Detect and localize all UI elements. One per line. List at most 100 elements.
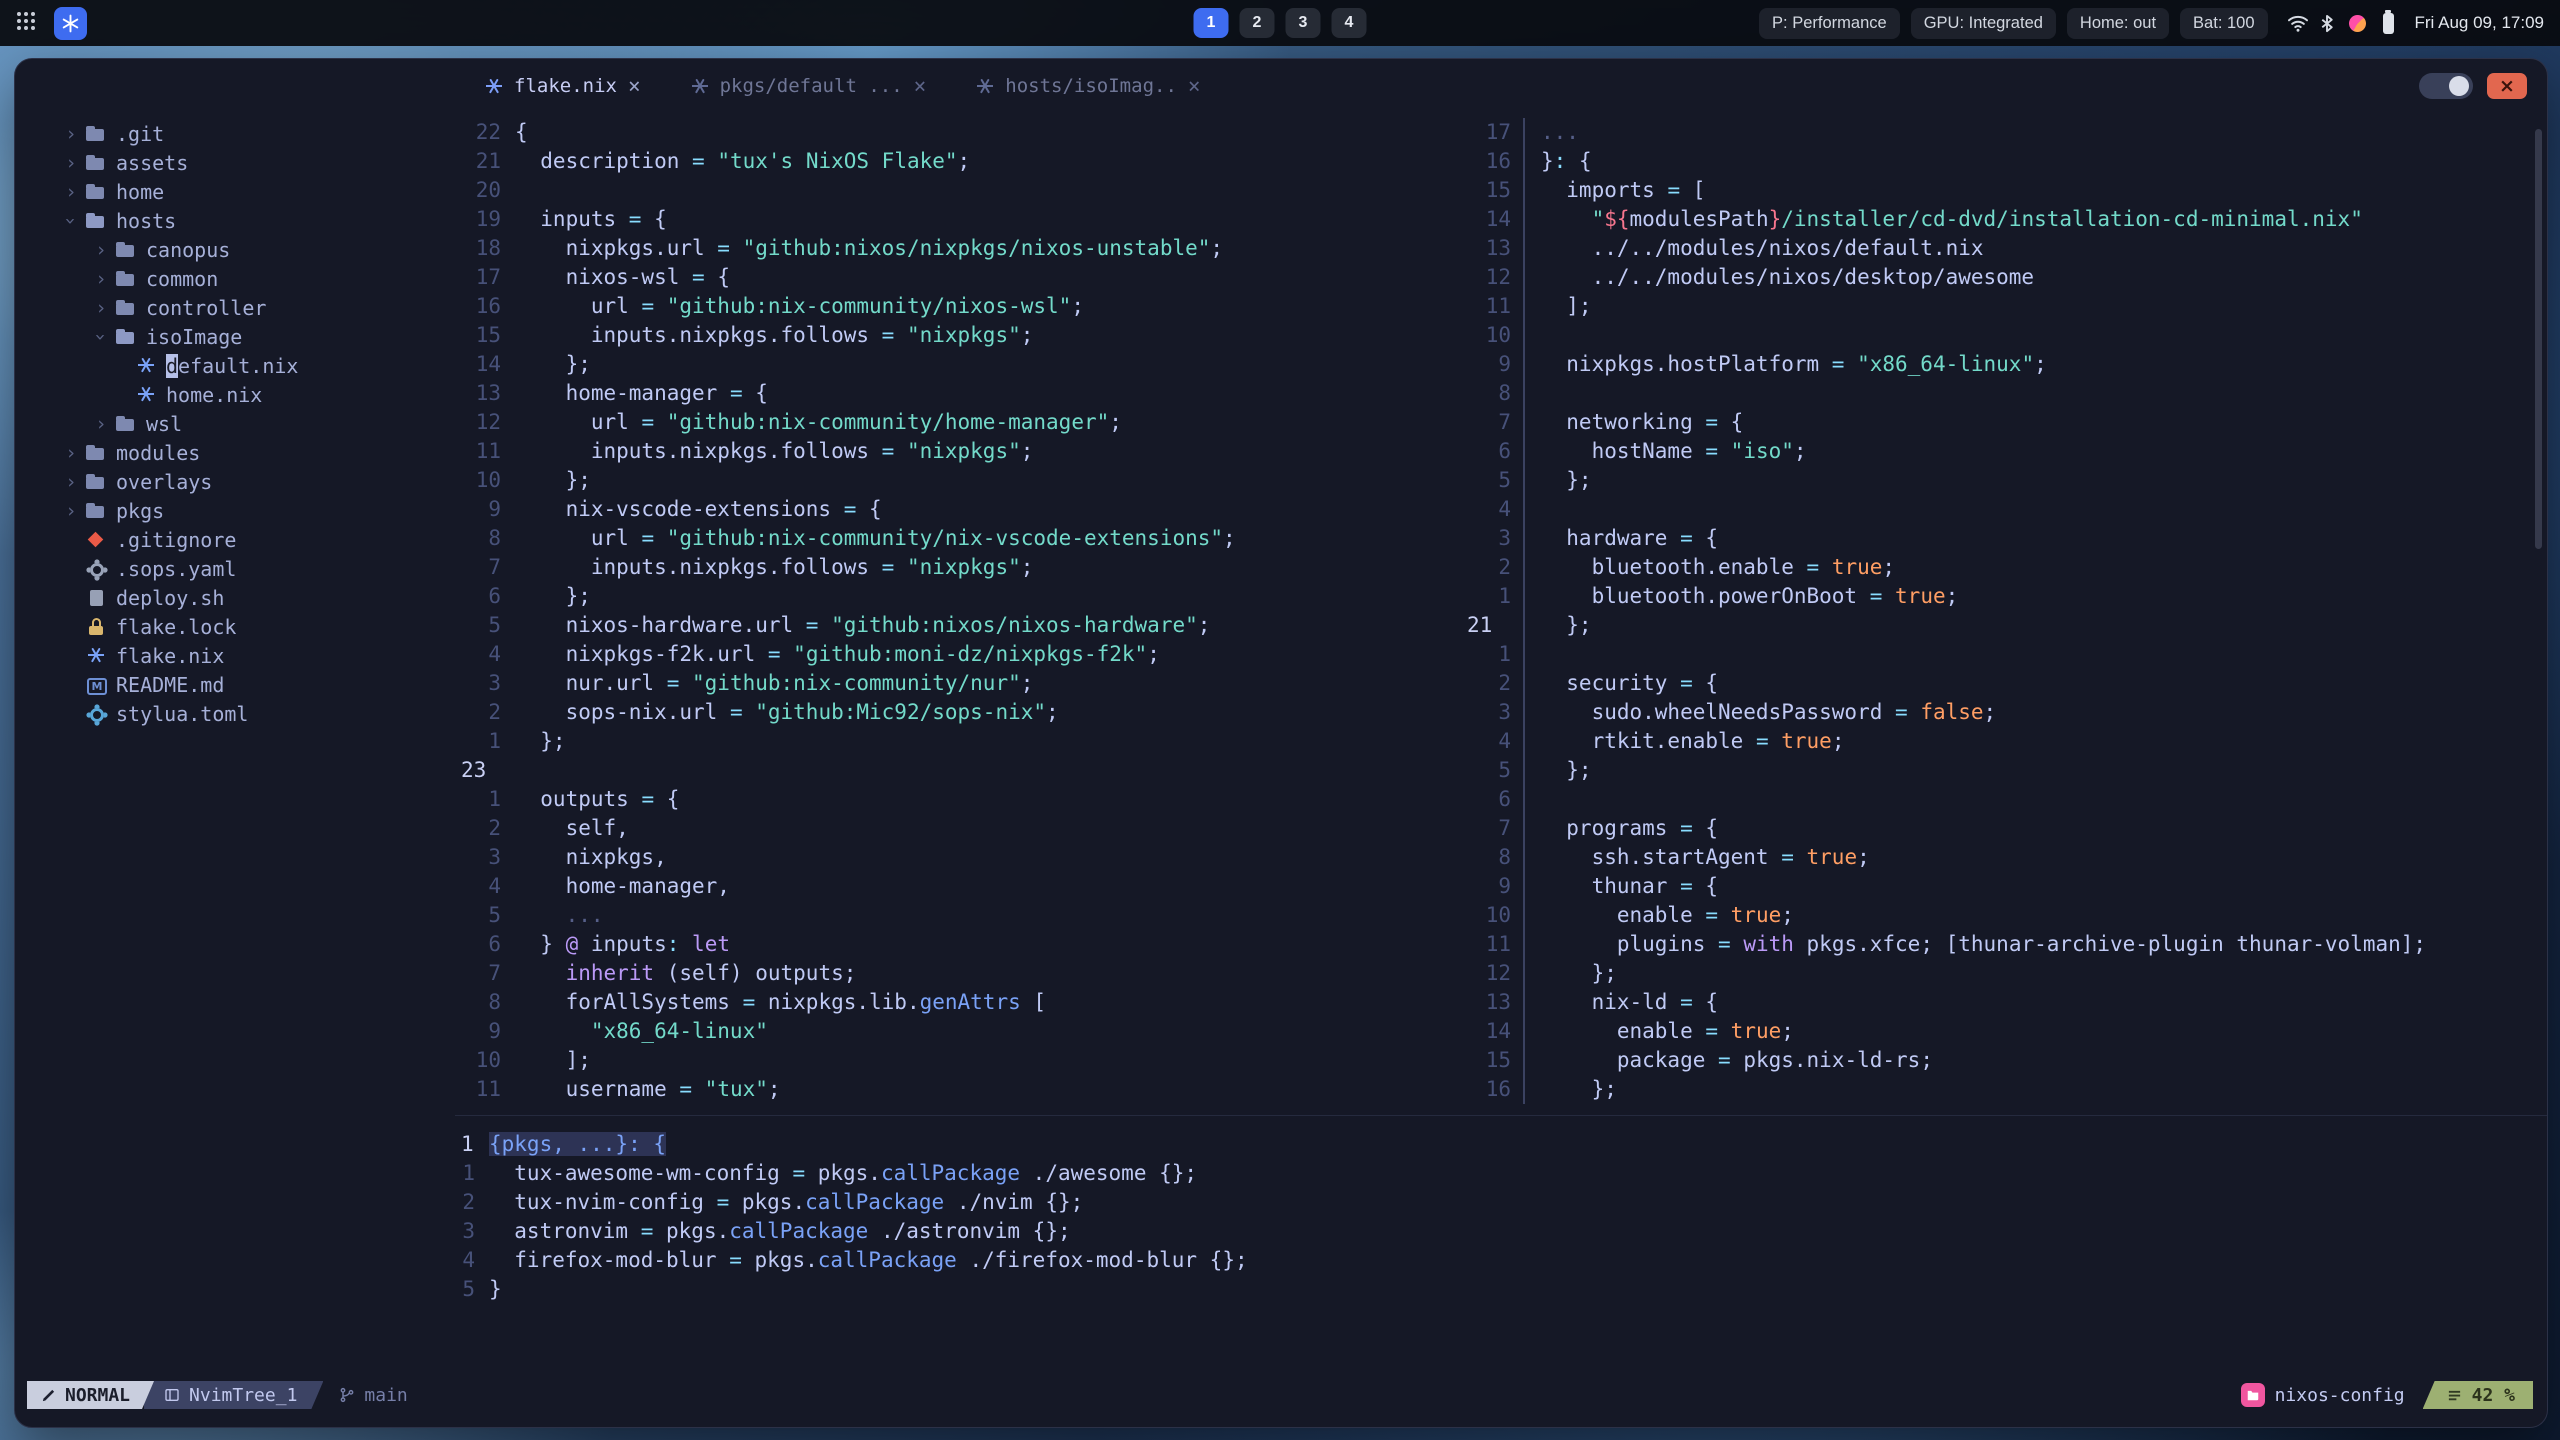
code-line[interactable]: 16 }; [1467,1075,2545,1104]
code-line[interactable]: 21 description = "tux's NixOS Flake"; [461,147,1461,176]
code-line[interactable]: 20 [461,176,1461,205]
code-line[interactable]: 15 package = pkgs.nix-ld-rs; [1467,1046,2545,1075]
code-line[interactable]: 13 home-manager = { [461,379,1461,408]
code-line[interactable]: 9 "x86_64-linux" [461,1017,1461,1046]
code-line[interactable]: 3 astronvim = pkgs.callPackage ./astronv… [461,1217,2541,1246]
tree-item[interactable]: flake.lock [15,612,455,641]
code-line[interactable]: 14 }; [461,350,1461,379]
code-line[interactable]: 8 url = "github:nix-community/nix-vscode… [461,524,1461,553]
code-line[interactable]: 2 tux-nvim-config = pkgs.callPackage ./n… [461,1188,2541,1217]
code-line[interactable]: 19 inputs = { [461,205,1461,234]
code-line[interactable]: 3 sudo.wheelNeedsPassword = false; [1467,698,2545,727]
code-line[interactable]: 2 security = { [1467,669,2545,698]
code-line[interactable]: 13 nix-ld = { [1467,988,2545,1017]
code-line[interactable]: 22 { [461,118,1461,147]
tree-item[interactable]: .gitignore [15,525,455,554]
code-line[interactable]: 8 ssh.startAgent = true; [1467,843,2545,872]
code-line[interactable]: 23 [461,756,1461,785]
app-grid-icon[interactable] [16,11,36,36]
tree-item[interactable]: .sops.yaml [15,554,455,583]
code-line[interactable]: 10 }; [461,466,1461,495]
tree-item[interactable]: deploy.sh [15,583,455,612]
code-line[interactable]: 5 }; [1467,756,2545,785]
code-line[interactable]: 6 }; [461,582,1461,611]
code-line[interactable]: 10 ]; [461,1046,1461,1075]
code-line[interactable]: 4 home-manager, [461,872,1461,901]
workspace-button[interactable]: 4 [1331,8,1367,38]
tree-item[interactable]: modules [15,438,455,467]
code-line[interactable]: 16 url = "github:nix-community/nixos-wsl… [461,292,1461,321]
code-line[interactable]: 14 "${modulesPath}/installer/cd-dvd/inst… [1467,205,2545,234]
tree-item[interactable]: README.md [15,670,455,699]
code-line[interactable]: 7 inherit (self) outputs; [461,959,1461,988]
tree-item[interactable]: home [15,177,455,206]
code-line[interactable]: 1 tux-awesome-wm-config = pkgs.callPacka… [461,1159,2541,1188]
code-line[interactable]: 1 {pkgs, ...}: { [461,1130,2541,1159]
tree-item[interactable]: stylua.toml [15,699,455,728]
workspace-button[interactable]: 3 [1285,8,1321,38]
workspace-button[interactable]: 1 [1193,8,1229,38]
code-line[interactable]: 2 bluetooth.enable = true; [1467,553,2545,582]
code-line[interactable]: 7 networking = { [1467,408,2545,437]
tree-item[interactable]: pkgs [15,496,455,525]
code-line[interactable]: 6 [1467,785,2545,814]
tree-item[interactable]: controller [15,293,455,322]
wifi-icon[interactable] [2287,14,2309,32]
tree-item[interactable]: assets [15,148,455,177]
code-line[interactable]: 7 inputs.nixpkgs.follows = "nixpkgs"; [461,553,1461,582]
code-line[interactable]: 3 hardware = { [1467,524,2545,553]
code-line[interactable]: 11 plugins = with pkgs.xfce; [thunar-arc… [1467,930,2545,959]
code-line[interactable]: 7 programs = { [1467,814,2545,843]
tab-close-icon[interactable]: × [914,74,927,98]
window-close-button[interactable]: × [2487,73,2527,99]
code-line[interactable]: 21 }; [1467,611,2545,640]
code-line[interactable]: 9 nix-vscode-extensions = { [461,495,1461,524]
code-line[interactable]: 12 url = "github:nix-community/home-mana… [461,408,1461,437]
code-line[interactable]: 5 } [461,1275,2541,1304]
code-line[interactable]: 3 nur.url = "github:nix-community/nur"; [461,669,1461,698]
code-line[interactable]: 1 [1467,640,2545,669]
code-line[interactable]: 1 }; [461,727,1461,756]
code-line[interactable]: 9 nixpkgs.hostPlatform = "x86_64-linux"; [1467,350,2545,379]
code-line[interactable]: 3 nixpkgs, [461,843,1461,872]
workspace-button[interactable]: 2 [1239,8,1275,38]
editor-tab[interactable]: hosts/isoImag.. × [958,59,1218,113]
code-line[interactable]: 8 [1467,379,2545,408]
code-line[interactable]: 16 }: { [1467,147,2545,176]
tab-close-icon[interactable]: × [1188,74,1201,98]
tree-item[interactable]: hosts [15,206,455,235]
tree-item[interactable]: common [15,264,455,293]
code-line[interactable]: 12 }; [1467,959,2545,988]
code-line[interactable]: 11 username = "tux"; [461,1075,1461,1104]
code-line[interactable]: 10 [1467,321,2545,350]
code-line[interactable]: 2 sops-nix.url = "github:Mic92/sops-nix"… [461,698,1461,727]
editor-tab[interactable]: pkgs/default ... × [673,59,945,113]
code-line[interactable]: 6 } @ inputs: let [461,930,1461,959]
code-line[interactable]: 10 enable = true; [1467,901,2545,930]
code-line[interactable]: 17 ... [1467,118,2545,147]
code-line[interactable]: 15 imports = [ [1467,176,2545,205]
color-indicator-icon[interactable] [2348,14,2366,32]
code-line[interactable]: 4 firefox-mod-blur = pkgs.callPackage ./… [461,1246,2541,1275]
code-line[interactable]: 4 [1467,495,2545,524]
window-toggle[interactable] [2419,73,2473,99]
code-line[interactable]: 4 nixpkgs-f2k.url = "github:moni-dz/nixp… [461,640,1461,669]
code-line[interactable]: 11 inputs.nixpkgs.follows = "nixpkgs"; [461,437,1461,466]
tree-item[interactable]: canopus [15,235,455,264]
tree-item[interactable]: overlays [15,467,455,496]
code-line[interactable]: 9 thunar = { [1467,872,2545,901]
code-line[interactable]: 18 nixpkgs.url = "github:nixos/nixpkgs/n… [461,234,1461,263]
tree-item[interactable]: flake.nix [15,641,455,670]
code-line[interactable]: 14 enable = true; [1467,1017,2545,1046]
code-line[interactable]: 5 ... [461,901,1461,930]
code-line[interactable]: 5 }; [1467,466,2545,495]
code-line[interactable]: 15 inputs.nixpkgs.follows = "nixpkgs"; [461,321,1461,350]
code-line[interactable]: 1 bluetooth.powerOnBoot = true; [1467,582,2545,611]
tree-item[interactable]: isoImage [15,322,455,351]
code-line[interactable]: 6 hostName = "iso"; [1467,437,2545,466]
bluetooth-icon[interactable] [2320,14,2334,33]
code-line[interactable]: 13 ../../modules/nixos/default.nix [1467,234,2545,263]
tree-item[interactable]: default.nix [15,351,455,380]
code-line[interactable]: 8 forAllSystems = nixpkgs.lib.genAttrs [ [461,988,1461,1017]
editor-tab[interactable]: flake.nix × [467,59,659,113]
